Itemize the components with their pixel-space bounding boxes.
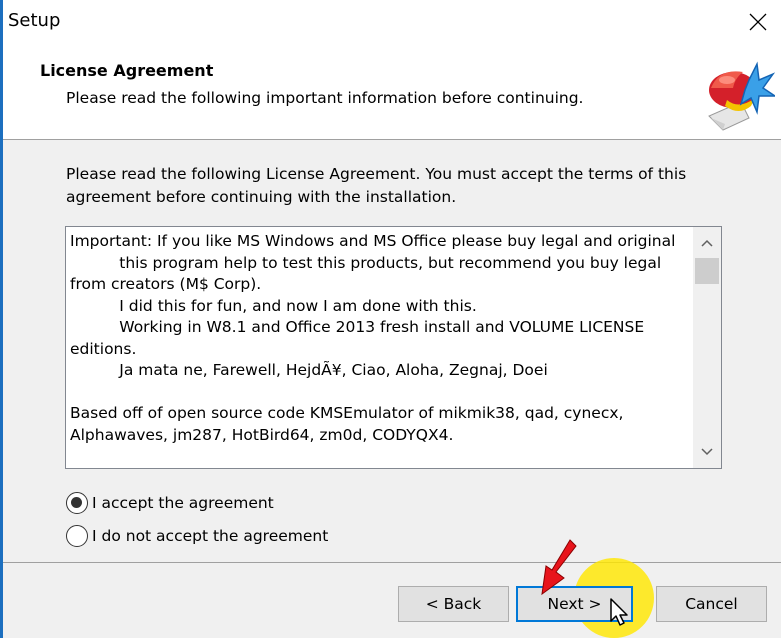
footer-divider: [3, 562, 781, 563]
close-button[interactable]: [735, 0, 781, 44]
decline-agreement-option[interactable]: I do not accept the agreement: [66, 523, 328, 549]
license-text: Important: If you like MS Windows and MS…: [70, 232, 676, 444]
decline-radio[interactable]: [66, 525, 88, 547]
accept-agreement-option[interactable]: I accept the agreement: [66, 490, 274, 516]
title-bar: Setup: [3, 0, 781, 44]
page-title: License Agreement: [40, 61, 214, 80]
red-arrow-annotation-icon: [541, 539, 577, 596]
page-subtitle: Please read the following important info…: [66, 89, 584, 107]
chevron-down-icon: [701, 448, 713, 456]
scroll-up-button[interactable]: [693, 229, 721, 257]
setup-wizard-logo-icon: [708, 61, 775, 131]
window-title: Setup: [8, 10, 61, 31]
cancel-button[interactable]: Cancel: [656, 586, 767, 622]
instructions-text: Please read the following License Agreem…: [66, 165, 687, 206]
accept-label: I accept the agreement: [92, 494, 274, 512]
scroll-down-button[interactable]: [693, 438, 721, 466]
license-text-area[interactable]: Important: If you like MS Windows and MS…: [65, 226, 722, 469]
back-button[interactable]: < Back: [398, 586, 509, 622]
setup-window: Setup License Agreement Please read the …: [0, 0, 781, 638]
vertical-scrollbar[interactable]: [693, 227, 721, 468]
close-icon: [749, 13, 767, 31]
wizard-header: License Agreement Please read the follow…: [3, 44, 781, 140]
decline-label: I do not accept the agreement: [92, 527, 329, 545]
chevron-up-icon: [701, 239, 713, 247]
mouse-pointer-icon: [610, 598, 628, 626]
accept-radio[interactable]: [66, 492, 88, 514]
scroll-thumb[interactable]: [695, 258, 719, 284]
